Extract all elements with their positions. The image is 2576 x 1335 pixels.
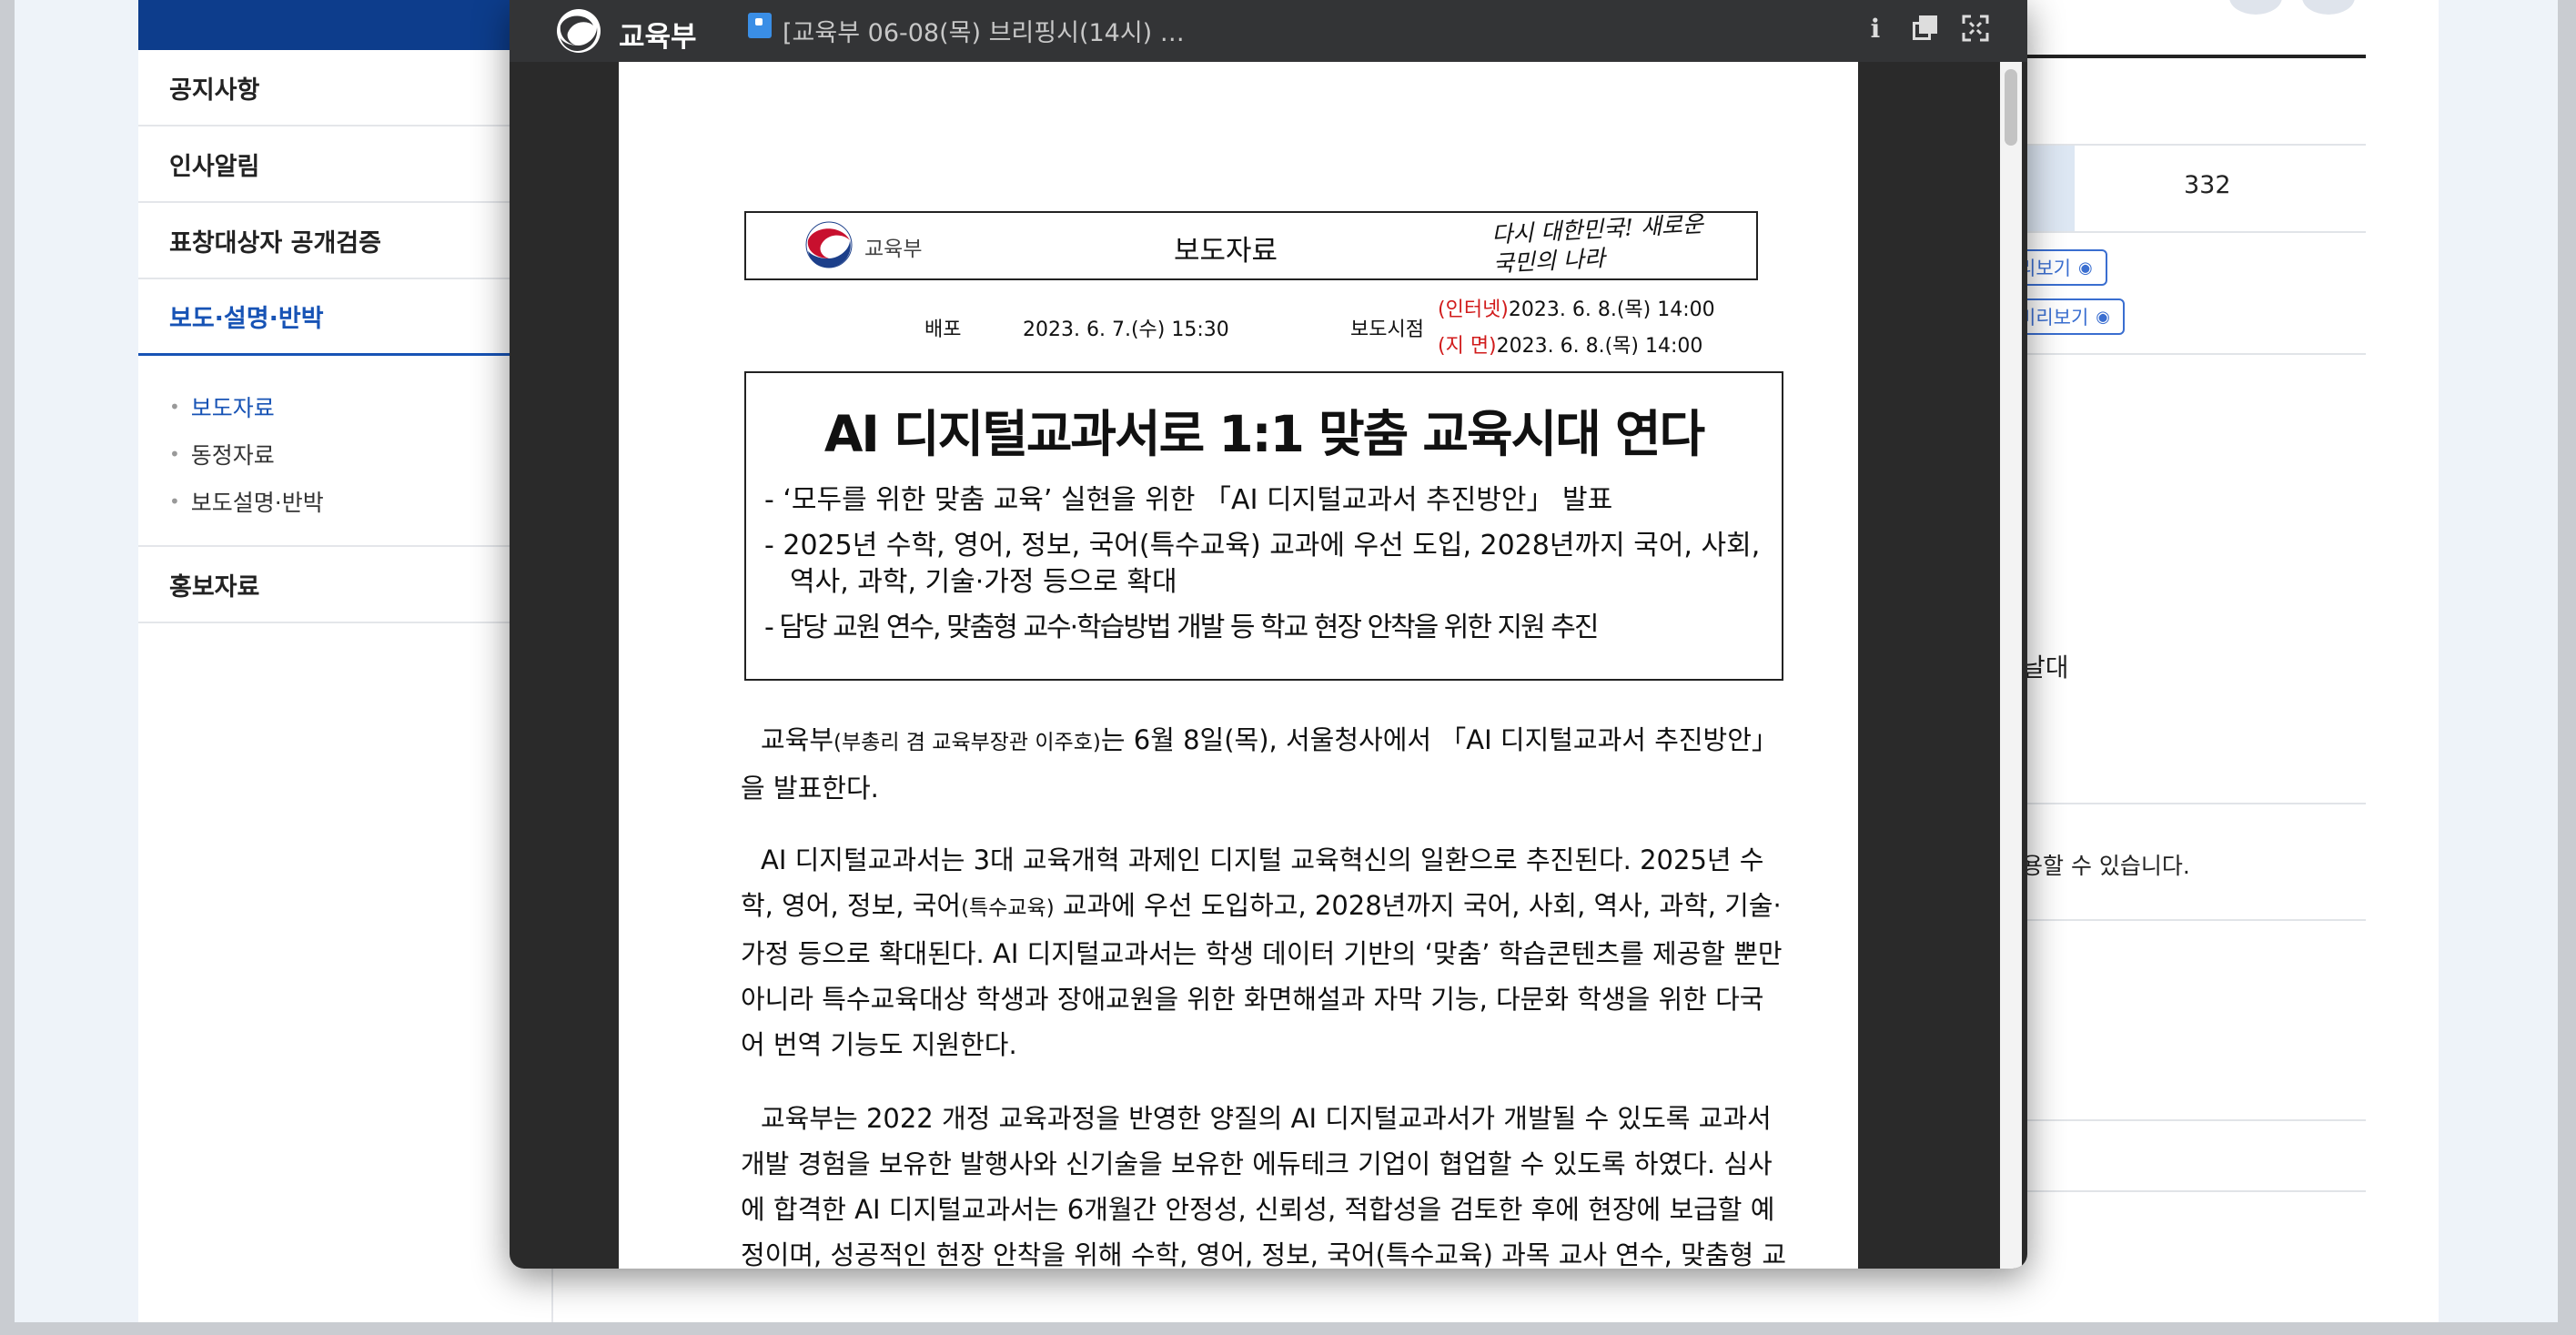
summary-bullets: - ‘모두를 위한 맞춤 교육’ 실현을 위한 「AI 디지털교과서 추진방안」… (764, 482, 1774, 655)
eye-icon: ◉ (2077, 258, 2093, 278)
table-row-border (2020, 803, 2366, 804)
viewer-doc-title: [교육부 06-08(목) 브리핑시(14시) … (783, 19, 1185, 47)
ministry-emblem-icon (557, 9, 601, 53)
table-header-cell (2020, 146, 2075, 231)
sidebar-item-press[interactable]: 보도·설명·반박 (138, 279, 544, 356)
scrollbar-thumb[interactable] (2005, 69, 2017, 146)
internet-release: (인터넷)2023. 6. 8.(목) 14:00 (1438, 293, 1715, 322)
sidebar-item-pr-materials[interactable]: 홍보자료 (138, 547, 544, 623)
app-name: 교육부 (619, 21, 697, 54)
body-paragraph-1: 교육부(부총리 겸 교육부장관 이주호)는 6월 8일(목), 서울청사에서 「… (741, 717, 1787, 811)
body-paragraph-2: AI 디지털교과서는 3대 교육개혁 과제인 디지털 교육혁신의 일환으로 추진… (741, 837, 1787, 1067)
paper-label: (지 면) (1438, 335, 1497, 358)
sidebar-item-personnel[interactable]: 인사알림 (138, 126, 544, 203)
scrollbar[interactable] (2000, 62, 2022, 1269)
subnav-item-explanation[interactable]: 보도설명·반박 (169, 478, 520, 525)
sidebar-item-label: 공지사항 (169, 76, 260, 105)
eye-icon: ◉ (2096, 307, 2110, 327)
ministry-emblem-icon (805, 221, 853, 268)
copy-icon[interactable] (1909, 13, 1940, 44)
file-icon (748, 13, 772, 38)
table-row-border (2020, 919, 2366, 921)
summary-bullet: - ‘모두를 위한 맞춤 교육’ 실현을 위한 「AI 디지털교과서 추진방안」… (764, 484, 1613, 516)
summary-bullet: - 담당 교원 연수, 맞춤형 교수·학습방법 개발 등 학교 현장 안착을 위… (764, 612, 1599, 643)
background-text-fragment: 날대 (2022, 652, 2069, 683)
body-paragraph-3: 교육부는 2022 개정 교육과정을 반영한 양질의 AI 디지털교과서가 개발… (741, 1103, 1787, 1269)
header-type-label: 보도자료 (1174, 235, 1278, 268)
para-text-small: (부총리 겸 교육부장관 이주호) (833, 731, 1101, 754)
subnav-item-activities[interactable]: 동정자료 (169, 430, 520, 478)
document-page: 교육부 보도자료 다시 대한민국! 새로운 국민의 나라 배포 2023. 6.… (619, 62, 1858, 1269)
info-icon[interactable]: i (1860, 13, 1891, 44)
sidebar-item-label: 인사알림 (169, 152, 260, 181)
para-text: 교육부 (761, 724, 834, 755)
table-top-border (2020, 55, 2366, 58)
paper-date: 2023. 6. 8.(목) 14:00 (1496, 335, 1703, 358)
table-row-border (2020, 353, 2366, 355)
header-slogan: 다시 대한민국! 새로운 국민의 나라 (1490, 210, 1704, 278)
sidebar-nav: 공지사항 인사알림 표창대상자 공개검증 보도·설명·반박 보도자료 동정자료 … (138, 50, 544, 623)
background-text-fragment: 용할 수 있습니다. (2022, 853, 2190, 879)
headline-box: AI 디지털교과서로 1:1 맞춤 교육시대 연다 - ‘모두를 위한 맞춤 교… (744, 371, 1783, 681)
distribution-date: 2023. 6. 7.(수) 15:30 (1023, 319, 1229, 341)
table-row-border (2020, 1190, 2366, 1192)
sidebar-item-label: 보도·설명·반박 (169, 305, 324, 333)
internet-label: (인터넷) (1438, 298, 1509, 321)
fullscreen-icon[interactable] (1960, 13, 1991, 44)
preview-button-2[interactable]: 미리보기 ◉ (2011, 298, 2125, 335)
paper-release: (지 면)2023. 6. 8.(목) 14:00 (1438, 329, 1702, 359)
sidebar-item-award-verification[interactable]: 표창대상자 공개검증 (138, 203, 544, 279)
table-row-border (2020, 231, 2366, 233)
press-header-box: 교육부 보도자료 다시 대한민국! 새로운 국민의 나라 (744, 210, 1758, 280)
summary-bullet: - 2025년 수학, 영어, 정보, 국어(특수교육) 교과에 우선 도입, … (764, 530, 1761, 598)
sidebar-subnav: 보도자료 동정자료 보도설명·반박 (138, 356, 520, 547)
viewer-titlebar: 교육부 [교육부 06-08(목) 브리핑시(14시) … i (510, 0, 2027, 62)
sidebar-item-notice[interactable]: 공지사항 (138, 50, 544, 126)
para-text-small: (특수교육) (961, 896, 1055, 920)
sidebar-item-label: 표창대상자 공개검증 (169, 228, 381, 258)
internet-date: 2023. 6. 8.(목) 14:00 (1508, 298, 1715, 321)
distribution-label: 배포 (924, 319, 962, 341)
document-viewer: 교육부 [교육부 06-08(목) 브리핑시(14시) … i 교육부 보도자료… (510, 0, 2027, 1269)
header-ministry: 교육부 (864, 238, 923, 261)
subnav-item-press-release[interactable]: 보도자료 (169, 383, 520, 430)
sidebar-item-label: 홍보자료 (169, 572, 260, 602)
release-label: 보도시점 (1350, 319, 1424, 341)
view-count: 332 (2184, 171, 2231, 199)
sidebar-header-band (138, 0, 520, 50)
table-row-border (2020, 1119, 2366, 1121)
headline: AI 디지털교과서로 1:1 맞춤 교육시대 연다 (823, 405, 1705, 463)
preview-button-label: 미리보기 (2018, 307, 2089, 329)
